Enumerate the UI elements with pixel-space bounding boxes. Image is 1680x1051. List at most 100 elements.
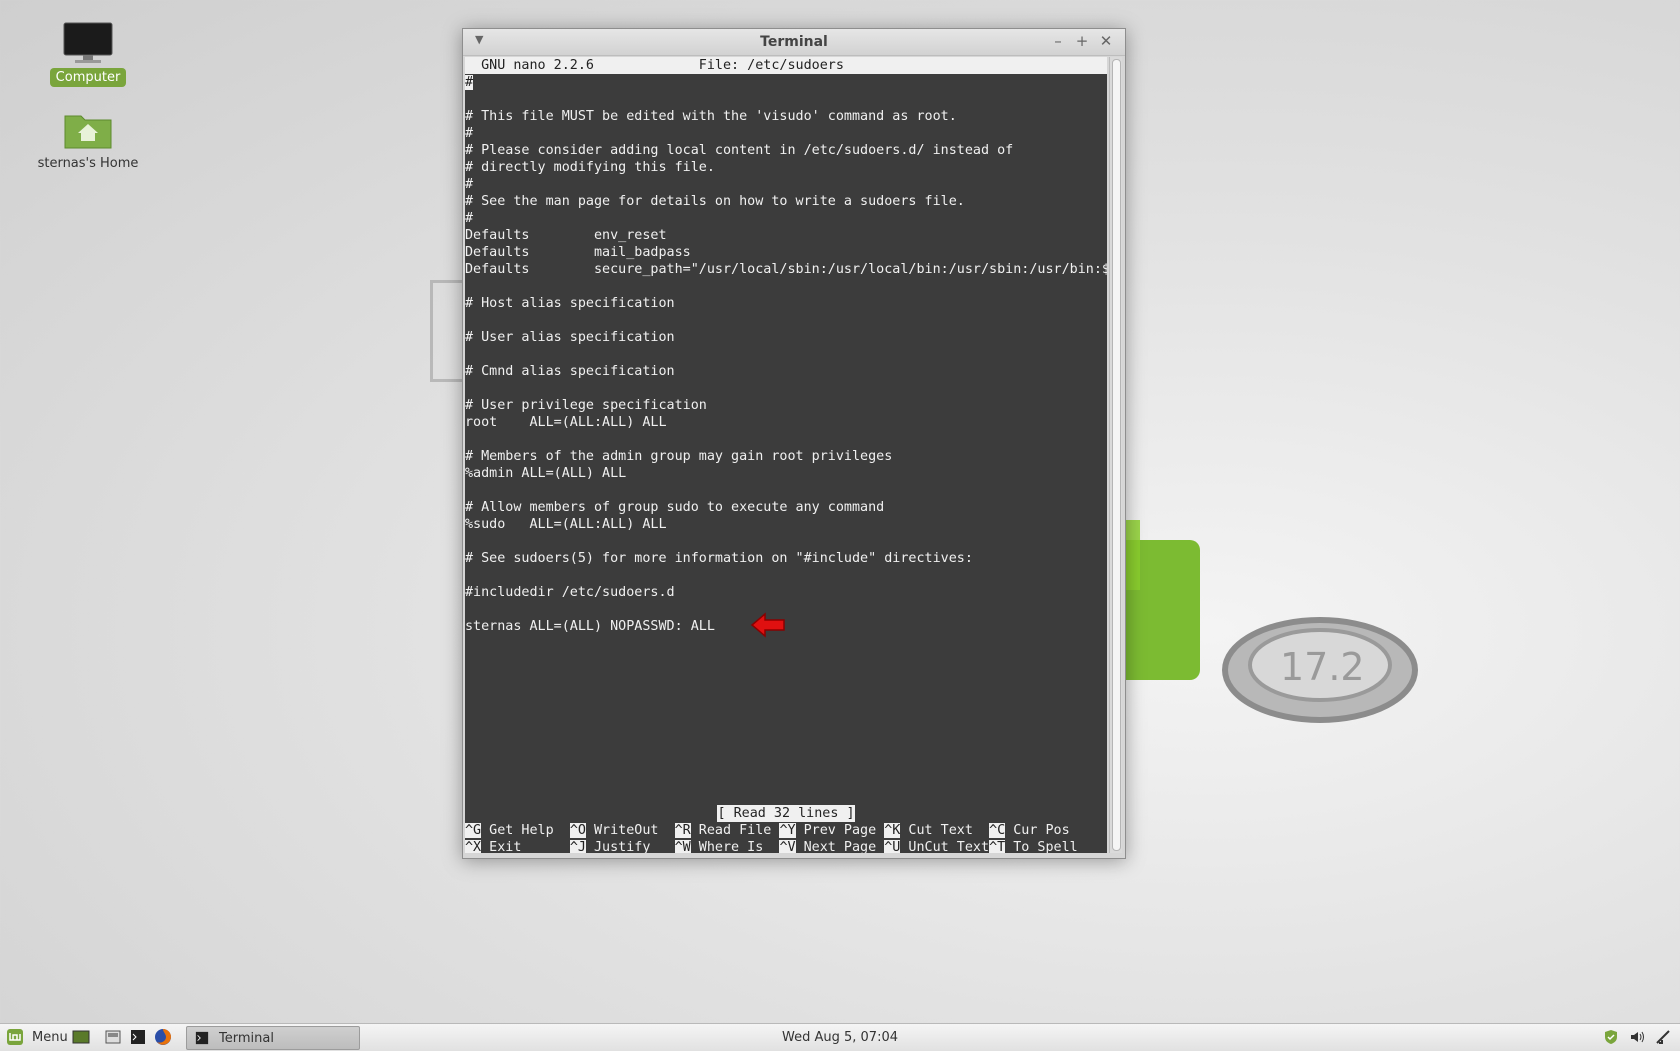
file-line	[465, 788, 1107, 805]
red-arrow-annotation	[750, 612, 785, 638]
shortcut-item[interactable]: ^C Cur Pos	[989, 822, 1070, 839]
network-tray[interactable]	[1652, 1026, 1674, 1048]
file-line	[465, 669, 1107, 686]
file-text-area[interactable]: # This file MUST be edited with the 'vis…	[465, 91, 1107, 805]
file-line	[465, 635, 1107, 652]
shortcut-item[interactable]: ^X Exit	[465, 839, 570, 853]
file-line: #	[465, 126, 474, 141]
shortcut-label: Cur Pos	[1005, 823, 1070, 838]
shortcut-key: ^K	[884, 823, 901, 838]
window-titlebar[interactable]: ▼ Terminal – + ✕	[463, 29, 1125, 56]
shortcut-key: ^X	[465, 840, 482, 853]
shortcut-key: ^O	[569, 823, 586, 838]
desktop-icon-label: sternas's Home	[37, 156, 139, 171]
terminal-window[interactable]: ▼ Terminal – + ✕ GNU nano 2.2.6 File: /e…	[462, 28, 1126, 859]
file-line: # This file MUST be edited with the 'vis…	[465, 109, 957, 124]
monitor-icon	[63, 22, 113, 64]
file-line: # See the man page for details on how to…	[465, 194, 965, 209]
shortcut-label: Read File	[690, 823, 780, 838]
file-line: #includedir /etc/sudoers.d	[465, 585, 675, 600]
shortcut-item[interactable]: ^Y Prev Page	[779, 822, 884, 839]
file-line: %sudo ALL=(ALL:ALL) ALL	[465, 517, 667, 532]
file-line: # User privilege specification	[465, 398, 707, 413]
svg-text:17.2: 17.2	[1280, 645, 1365, 689]
file-line	[465, 567, 1107, 584]
file-line	[465, 482, 1107, 499]
network-icon	[1656, 1030, 1670, 1044]
maximize-button[interactable]: +	[1073, 32, 1091, 50]
file-line: # Members of the admin group may gain ro…	[465, 449, 893, 464]
window-title: Terminal	[760, 34, 828, 50]
shortcut-label: To Spell	[1005, 840, 1078, 853]
shortcut-key: ^W	[674, 840, 691, 853]
shortcut-label: Where Is	[690, 840, 780, 853]
shortcut-item[interactable]: ^K Cut Text	[884, 822, 989, 839]
shortcut-key: ^V	[779, 840, 796, 853]
text-cursor: #	[465, 75, 474, 90]
nano-header: GNU nano 2.2.6 File: /etc/sudoers	[465, 57, 1107, 74]
shortcut-label: Cut Text	[900, 823, 990, 838]
shortcut-key: ^C	[989, 823, 1006, 838]
shortcut-item[interactable]: ^O WriteOut	[569, 822, 675, 839]
taskbar: Menu Terminal Wed Aug 5, 07:04	[0, 1023, 1680, 1051]
shortcut-item[interactable]: ^J Justify	[569, 839, 675, 853]
file-line	[465, 346, 1107, 363]
file-line	[465, 533, 1107, 550]
desktop-icon-home[interactable]: sternas's Home	[18, 108, 158, 173]
home-folder-icon	[63, 108, 113, 150]
shortcut-key: ^U	[884, 840, 901, 853]
clock[interactable]: Wed Aug 5, 07:04	[0, 1030, 1680, 1045]
shortcut-key: ^R	[674, 823, 691, 838]
shortcut-label: WriteOut	[585, 823, 675, 838]
nano-cursor-line: #	[465, 74, 1107, 91]
terminal-content[interactable]: GNU nano 2.2.6 File: /etc/sudoers # # Th…	[465, 57, 1107, 853]
shortcut-item[interactable]: ^G Get Help	[465, 822, 570, 839]
file-line	[465, 278, 1107, 295]
file-line	[465, 431, 1107, 448]
file-line: #	[465, 177, 474, 192]
file-line	[465, 91, 1107, 108]
file-line: %admin ALL=(ALL) ALL	[465, 466, 627, 481]
file-line: #	[465, 211, 474, 226]
status-message: [ Read 32 lines ]	[717, 805, 855, 822]
shortcut-row-1: ^G Get Help ^O WriteOut ^R Read File ^Y …	[465, 822, 1107, 839]
shortcut-item[interactable]: ^R Read File	[674, 822, 780, 839]
file-line	[465, 652, 1107, 669]
file-line	[465, 771, 1107, 788]
volume-tray[interactable]	[1626, 1026, 1648, 1048]
shortcut-label: Exit	[481, 840, 570, 853]
file-line: # See sudoers(5) for more information on…	[465, 551, 973, 566]
close-button[interactable]: ✕	[1097, 32, 1115, 50]
shortcut-key: ^G	[465, 823, 482, 838]
file-line: # Host alias specification	[465, 296, 675, 311]
file-line: root ALL=(ALL:ALL) ALL	[465, 415, 667, 430]
desktop-icon-computer[interactable]: Computer	[18, 22, 158, 87]
shortcut-label: Justify	[585, 840, 675, 853]
file-line: # Cmnd alias specification	[465, 364, 675, 379]
file-line: # directly modifying this file.	[465, 160, 715, 175]
file-line	[465, 754, 1107, 771]
terminal-scrollbar[interactable]	[1109, 57, 1122, 853]
file-line	[465, 686, 1107, 703]
file-line: # Please consider adding local content i…	[465, 143, 1014, 158]
shortcut-label: Next Page	[795, 840, 885, 853]
shortcut-item[interactable]: ^W Where Is	[674, 839, 780, 853]
file-line	[465, 720, 1107, 737]
file-line	[465, 703, 1107, 720]
shortcut-item[interactable]: ^V Next Page	[779, 839, 884, 853]
minimize-button[interactable]: –	[1049, 32, 1067, 50]
shortcut-item[interactable]: ^T To Spell	[989, 839, 1078, 853]
file-line	[465, 601, 1107, 618]
shortcut-item[interactable]: ^U UnCut Text	[884, 839, 989, 853]
file-line	[465, 380, 1107, 397]
shortcut-label: UnCut Text	[900, 840, 990, 853]
shortcut-row-2: ^X Exit ^J Justify ^W Where Is ^V Next P…	[465, 839, 1107, 853]
volume-icon	[1631, 1031, 1644, 1043]
mint-logo-wallpaper: 17.2	[1080, 520, 1418, 723]
scrollbar-thumb[interactable]	[1112, 59, 1121, 851]
shield-check-icon	[1605, 1030, 1617, 1044]
file-line: Defaults secure_path="/usr/local/sbin:/u…	[465, 262, 1107, 277]
file-line	[465, 312, 1107, 329]
update-manager-tray[interactable]	[1600, 1026, 1622, 1048]
file-line: Defaults env_reset	[465, 228, 667, 243]
